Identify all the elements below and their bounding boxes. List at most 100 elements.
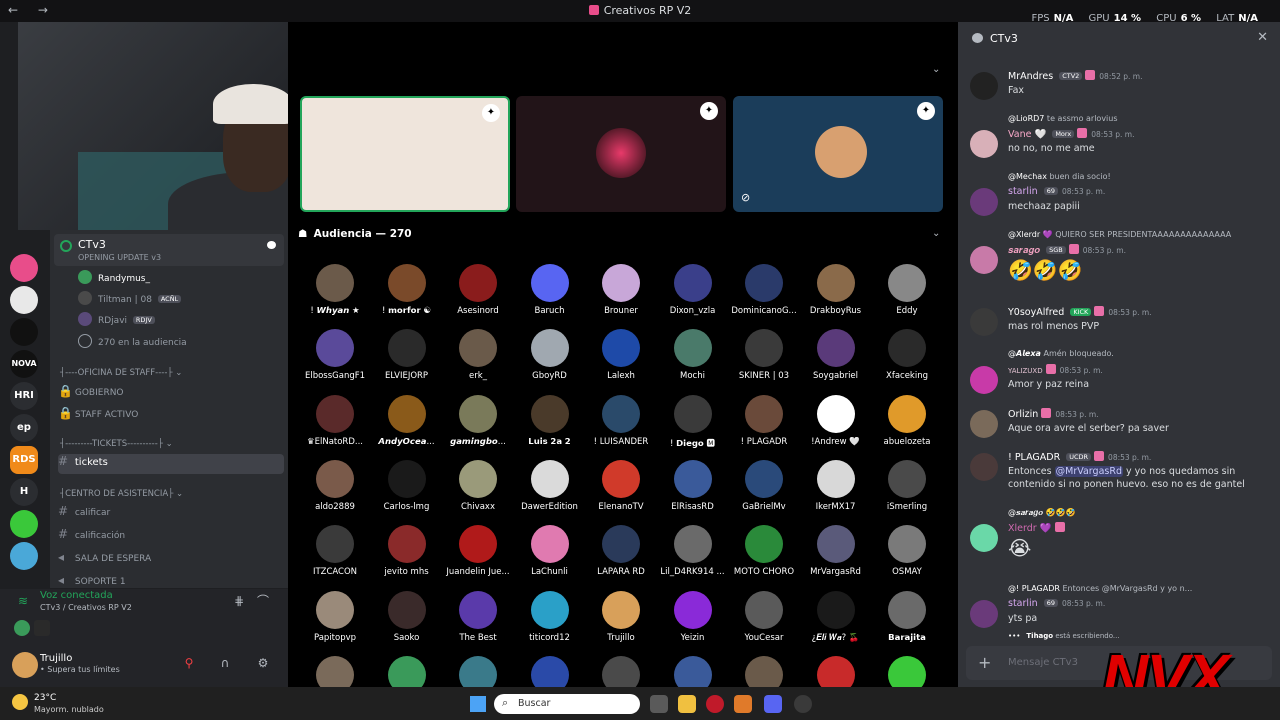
chat-message[interactable]: starlin 69 08:53 p. m. yts pa: [970, 598, 1270, 628]
close-icon[interactable]: ✕: [1257, 30, 1268, 45]
audience-member[interactable]: aldo2889: [299, 459, 371, 512]
audience-member[interactable]: The Best: [442, 590, 514, 643]
audience-member[interactable]: titicord12: [514, 590, 586, 643]
category-soporte[interactable]: ┤CENTRO DE ASISTENCIA├ ⌄: [60, 489, 183, 499]
weather-icon[interactable]: [12, 694, 28, 710]
audience-member[interactable]: Soygabriel: [800, 329, 872, 381]
app-icon[interactable]: [794, 695, 812, 713]
audience-member[interactable]: ElRisasRD: [657, 459, 729, 512]
category-tickets[interactable]: ┤---------TICKETS----------├ ⌄: [60, 439, 173, 449]
reply-preview[interactable]: @! PLAGADR Entonces @MrVargasRd y yo n..…: [1008, 584, 1270, 593]
audience-member[interactable]: Chivaxx: [442, 459, 514, 512]
audience-member[interactable]: Xfaceking: [871, 329, 943, 381]
settings-gear-icon[interactable]: ⚙: [256, 656, 270, 670]
file-explorer-icon[interactable]: [678, 695, 696, 713]
audience-member[interactable]: ! 𝙒𝙝𝙮𝙖𝙣 ★: [299, 264, 371, 316]
audience-member[interactable]: Trujillo: [585, 590, 657, 643]
headset-icon[interactable]: ∩: [218, 656, 232, 670]
signal-icon[interactable]: ≋: [16, 594, 30, 608]
audience-member[interactable]: 𝘼𝙣𝙙𝙮𝙊𝙘𝙚𝙖...: [371, 394, 443, 447]
voice-member[interactable]: Randymus_: [78, 270, 150, 288]
audience-member[interactable]: LAPARA RD: [585, 525, 657, 577]
audience-member[interactable]: ELVIEJORP: [371, 329, 443, 381]
avatar[interactable]: [970, 308, 998, 336]
audience-member[interactable]: ElenanoTV: [585, 459, 657, 512]
chat-message[interactable]: Y0soyAlfred KICK 08:53 p. m. mas rol meno…: [970, 306, 1270, 336]
audience-member[interactable]: GaBrielMv: [728, 459, 800, 512]
activity-icon[interactable]: [34, 620, 50, 636]
audience-member[interactable]: Yeizin: [657, 590, 729, 643]
channel-sala-espera[interactable]: ◂ SALA DE ESPERA: [58, 550, 284, 570]
category-staff[interactable]: ┤----OFICINA DE STAFF----├ ⌄: [60, 368, 182, 378]
avatar[interactable]: [970, 72, 998, 100]
audience-member[interactable]: Dixon_vzla: [657, 264, 729, 316]
audience-member[interactable]: 𝗕𝗮𝗿𝗮𝗷𝗶𝘁𝗮: [871, 590, 943, 643]
chat-message[interactable]: ! PLAGADR UCDR 08:53 p. m. Entonces @MrVa…: [970, 451, 1270, 495]
server-nova[interactable]: NOVA: [10, 350, 38, 378]
user-avatar[interactable]: [12, 652, 38, 678]
audience-member[interactable]: Asesinord: [442, 264, 514, 316]
message-input[interactable]: Mensaje CTv3: [1008, 657, 1078, 668]
audience-member[interactable]: erk_: [442, 329, 514, 381]
speaker-tile[interactable]: ✦: [300, 96, 510, 212]
task-view-icon[interactable]: [650, 695, 668, 713]
mic-muted-icon[interactable]: ⚲: [182, 656, 196, 670]
server-icon[interactable]: [10, 542, 38, 570]
chevron-down-icon[interactable]: ⌄: [932, 228, 940, 239]
audience-member[interactable]: 𝗟𝘂𝗶𝘀 𝟮𝗮 𝟮: [514, 394, 586, 447]
channel-tickets[interactable]: # tickets: [58, 454, 284, 474]
speaker-tile[interactable]: ✦: [516, 96, 726, 212]
voice-member[interactable]: Tiltman | 08 ACÑL: [78, 291, 182, 309]
noise-suppression-icon[interactable]: ⋕: [232, 594, 246, 608]
reply-preview[interactable]: @LioRD7 te assmo arlovius: [1008, 114, 1270, 123]
avatar[interactable]: [970, 188, 998, 216]
audience-member[interactable]: DawerEdition: [514, 459, 586, 512]
audience-member[interactable]: ! 𝗺𝗼𝗿𝗳𝗼𝗿 ☯: [371, 264, 443, 316]
voice-member[interactable]: RDjavi RDJV: [78, 312, 155, 330]
taskbar-search[interactable]: ⌕ Buscar: [494, 694, 640, 714]
voice-connected-label[interactable]: Voz conectada: [40, 590, 113, 601]
audience-member[interactable]: Saoko: [371, 590, 443, 643]
disconnect-icon[interactable]: ⌒: [256, 594, 270, 608]
server-h[interactable]: H: [10, 478, 38, 506]
channel-calificacion[interactable]: # calificación: [58, 527, 284, 547]
chat-message[interactable]: Vane 🤍 Morx 08:53 p. m. no no, no me ame: [970, 128, 1270, 158]
audience-member[interactable]: Lalexh: [585, 329, 657, 381]
audience-member[interactable]: 𝙜𝙖𝙢𝙞𝙣𝙜𝙗𝙤...: [442, 394, 514, 447]
audience-member[interactable]: ! 𝗗𝗶𝗲𝗴𝗼 🅼: [657, 394, 729, 449]
reply-preview[interactable]: @𝘼𝙡𝙚𝙭𝙖 Amén bloqueado.: [1008, 349, 1270, 358]
reply-preview[interactable]: @Mechax buen dia socio!: [1008, 172, 1270, 181]
weather-temp[interactable]: 23°C: [34, 693, 56, 703]
server-hri[interactable]: HRI: [10, 382, 38, 410]
audience-member[interactable]: ElbossGangF1: [299, 329, 371, 381]
server-rds[interactable]: RDS: [10, 446, 38, 474]
audience-member[interactable]: MrVargasRd: [800, 525, 872, 577]
server-icon[interactable]: [10, 318, 38, 346]
reply-preview[interactable]: @Xlerdr 💜 QUIERO SER PRESIDENTAAAAAAAAAA…: [1008, 230, 1270, 239]
avatar[interactable]: [970, 600, 998, 628]
chevron-down-icon[interactable]: ⌄: [932, 64, 940, 75]
audience-member[interactable]: OSMAY: [871, 525, 943, 577]
audience-member[interactable]: Juandelin Jue...: [442, 525, 514, 577]
audience-member[interactable]: jevito mhs: [371, 525, 443, 577]
avatar[interactable]: [970, 130, 998, 158]
audience-member[interactable]: ! PLAGADR: [728, 394, 800, 447]
voice-channel-ctv3[interactable]: CTv3 OPENING UPDATE v3: [54, 234, 284, 266]
add-attachment-icon[interactable]: +: [978, 653, 991, 672]
channel-calificar[interactable]: # calificar: [58, 504, 284, 524]
channel-staff-activo[interactable]: 🔒 STAFF ACTIVO: [58, 406, 284, 426]
app-icon[interactable]: [734, 695, 752, 713]
chat-bubble-icon[interactable]: [267, 241, 276, 249]
audience-member[interactable]: !Andrew 🤍: [800, 394, 872, 447]
discord-icon[interactable]: [764, 695, 782, 713]
server-icon[interactable]: [10, 286, 38, 314]
audience-member[interactable]: Eddy: [871, 264, 943, 316]
channel-soporte-1[interactable]: ◂ SOPORTE 1: [58, 573, 284, 585]
user-name[interactable]: Trujillo: [40, 653, 72, 664]
audience-member[interactable]: ITZCACON: [299, 525, 371, 577]
audience-member[interactable]: abuelozeta: [871, 394, 943, 447]
audience-member[interactable]: Baruch: [514, 264, 586, 316]
audience-member[interactable]: YouCesar: [728, 590, 800, 643]
avatar[interactable]: [970, 453, 998, 481]
speaker-tile[interactable]: ✦ ⊘: [733, 96, 943, 212]
